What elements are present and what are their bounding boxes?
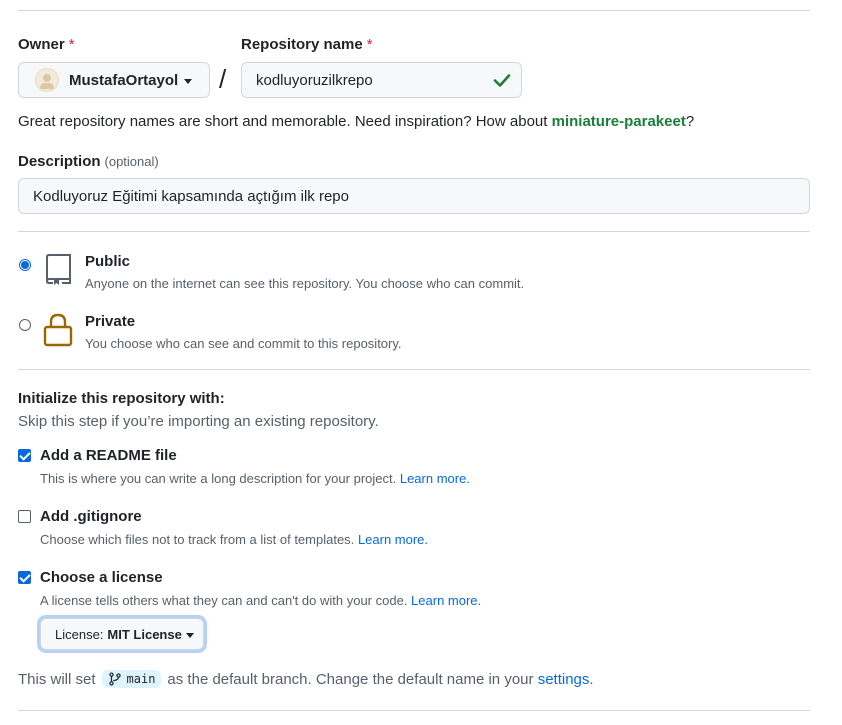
description-label: Description (optional) [18,153,159,170]
license-learn-more-link[interactable]: Learn more. [411,593,481,608]
public-subtitle: Anyone on the internet can see this repo… [85,276,525,291]
divider [18,231,810,232]
readme-checkbox[interactable] [18,449,31,462]
bottom-divider [18,710,810,711]
private-subtitle: You choose who can see and commit to thi… [85,336,402,351]
init-subtitle: Skip this step if you’re importing an ex… [18,413,379,430]
private-title: Private [85,313,136,330]
avatar [35,68,59,92]
settings-link[interactable]: settings [538,671,590,688]
owner-label: Owner * [18,36,75,53]
default-branch-note: This will set main as the default branch… [18,670,594,688]
check-icon [493,74,511,87]
license-checkbox[interactable] [18,571,31,584]
name-suggestion-link[interactable]: miniature-parakeet [552,113,686,130]
license-select[interactable]: License: MIT License [40,618,204,650]
divider [18,369,810,370]
owner-name: MustafaOrtayol [69,71,179,89]
git-branch-icon [108,672,121,686]
init-title: Initialize this repository with: [18,390,225,407]
branch-name: main [126,672,156,686]
caret-down-icon [185,632,194,638]
lock-icon [43,313,73,347]
top-divider [18,10,810,11]
repo-icon [46,254,71,285]
readme-label[interactable]: Add a README file [40,447,177,464]
owner-repo-separator: / [219,64,227,94]
gitignore-desc: Choose which files not to track from a l… [40,532,429,547]
license-desc: A license tells others what they can and… [40,593,482,608]
license-label[interactable]: Choose a license [40,569,163,586]
caret-down-icon [184,78,193,84]
name-hint: Great repository names are short and mem… [18,113,695,130]
repository-name-label: Repository name * [241,36,373,53]
branch-tag: main [101,670,162,688]
readme-learn-more-link[interactable]: Learn more. [400,471,470,486]
license-select-prefix: License: [55,626,104,642]
required-mark: * [366,36,373,53]
gitignore-checkbox[interactable] [18,510,31,523]
repository-name-input[interactable] [241,62,522,98]
gitignore-learn-more-link[interactable]: Learn more. [358,532,428,547]
public-radio[interactable] [19,259,31,271]
private-radio[interactable] [19,319,31,331]
readme-desc: This is where you can write a long descr… [40,471,470,486]
gitignore-label[interactable]: Add .gitignore [40,508,142,525]
license-select-value: MIT License [107,626,182,642]
optional-tag: (optional) [104,154,159,169]
public-title: Public [85,253,131,270]
required-mark: * [68,36,75,53]
owner-select[interactable]: MustafaOrtayol [18,62,210,98]
description-input[interactable] [18,178,810,214]
